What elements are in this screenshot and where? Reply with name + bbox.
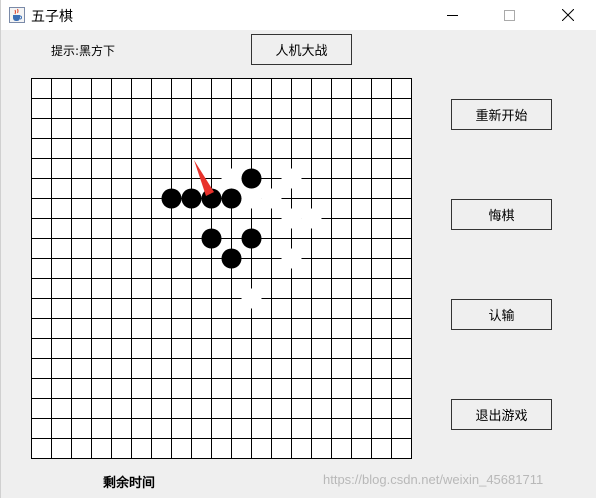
white-stone [301, 208, 322, 229]
turn-hint: 提示:黑方下 [51, 44, 116, 58]
gomoku-board[interactable] [31, 78, 413, 460]
window-title: 五子棋 [31, 9, 73, 25]
white-stone [241, 188, 262, 209]
watermark: https://blog.csdn.net/weixin_45681711 [323, 472, 544, 487]
maximize-icon [503, 9, 515, 21]
resign-button[interactable]: 认输 [451, 299, 552, 330]
black-stone [201, 228, 222, 249]
restart-button[interactable]: 重新开始 [451, 99, 552, 130]
black-stone [221, 248, 242, 269]
white-stone [281, 208, 302, 229]
board-background [31, 78, 412, 459]
undo-button[interactable]: 悔棋 [451, 199, 552, 230]
game-window: 五子棋 提示:黑方下 人机大战 重新开始 悔棋 认输 退出游戏 剩余时间 htt… [0, 0, 596, 498]
white-stone [281, 168, 302, 189]
black-stone [221, 188, 242, 209]
black-stone [241, 228, 262, 249]
title-bar[interactable]: 五子棋 [1, 0, 596, 30]
close-icon [562, 9, 574, 21]
black-stone [241, 168, 262, 189]
remaining-time-label: 剩余时间 [103, 476, 156, 491]
close-button[interactable] [545, 0, 591, 30]
black-stone [181, 188, 202, 209]
white-stone [261, 188, 282, 209]
white-stone [281, 248, 302, 269]
exit-button[interactable]: 退出游戏 [451, 399, 552, 430]
mode-button[interactable]: 人机大战 [251, 34, 352, 65]
minimize-icon [446, 14, 458, 16]
maximize-button[interactable] [486, 0, 532, 30]
java-cup-icon [9, 7, 25, 23]
white-stone [241, 288, 262, 309]
white-stone [221, 168, 242, 189]
black-stone [161, 188, 182, 209]
minimize-button[interactable] [429, 0, 475, 30]
